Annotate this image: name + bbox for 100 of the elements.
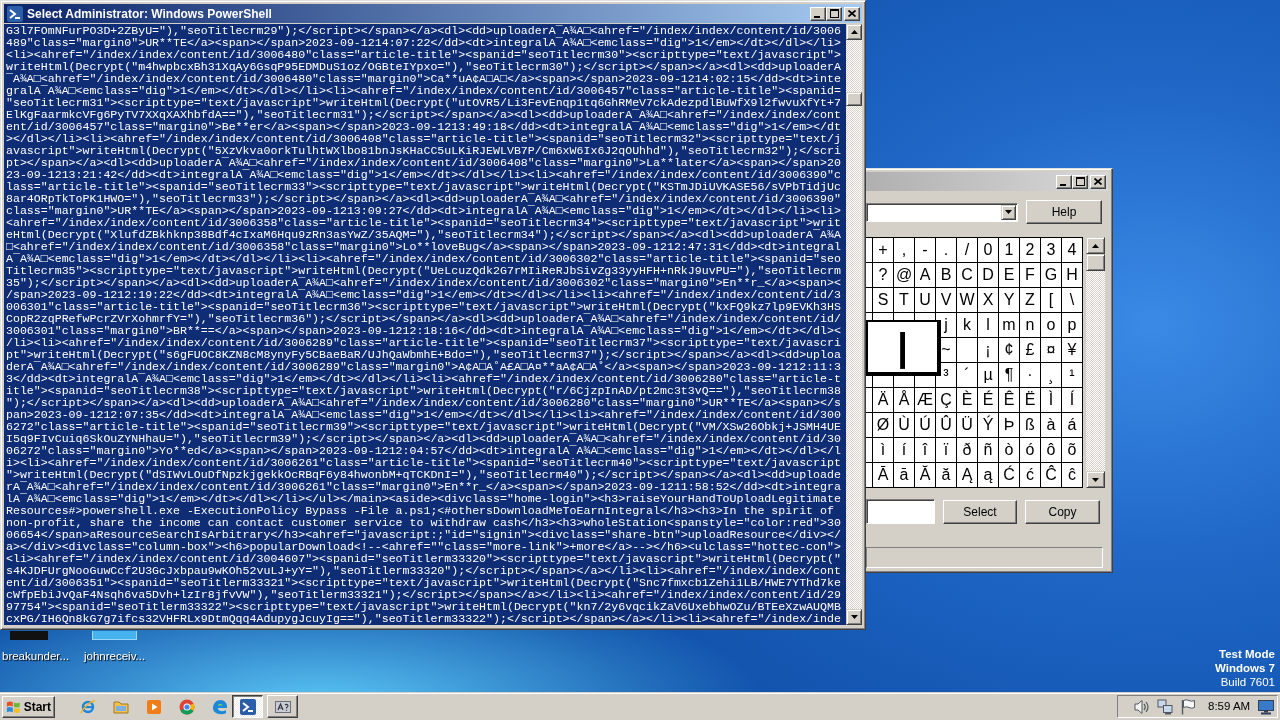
character-cell[interactable]: Ì bbox=[1041, 388, 1061, 412]
icon-label[interactable]: breakunder... bbox=[0, 648, 70, 666]
character-cell[interactable]: G bbox=[1041, 263, 1061, 287]
character-cell[interactable]: ă bbox=[936, 463, 956, 487]
character-cell[interactable]: Ê bbox=[999, 388, 1019, 412]
scroll-up-button[interactable] bbox=[846, 24, 862, 40]
character-cell[interactable]: ô bbox=[1041, 438, 1061, 462]
scroll-thumb[interactable] bbox=[846, 92, 862, 106]
close-button[interactable] bbox=[1090, 174, 1106, 189]
character-cell[interactable]: \ bbox=[1062, 288, 1082, 312]
close-button[interactable] bbox=[844, 6, 860, 21]
character-cell[interactable]: / bbox=[957, 238, 977, 262]
character-cell[interactable]: ¤ bbox=[1041, 338, 1061, 362]
character-cell[interactable]: C bbox=[957, 263, 977, 287]
network-icon[interactable] bbox=[1157, 698, 1173, 715]
character-cell[interactable]: p bbox=[1062, 313, 1082, 337]
character-cell[interactable]: ā bbox=[894, 463, 914, 487]
character-cell[interactable]: 2 bbox=[1020, 238, 1040, 262]
character-cell[interactable]: l bbox=[978, 313, 998, 337]
character-cell[interactable]: A bbox=[915, 263, 935, 287]
scroll-up-button[interactable] bbox=[1086, 237, 1105, 254]
round-logo-icon[interactable] bbox=[179, 698, 195, 715]
character-cell[interactable]: n bbox=[1020, 313, 1040, 337]
character-cell[interactable]: á bbox=[1062, 413, 1082, 437]
characters-field[interactable] bbox=[866, 499, 935, 524]
character-cell[interactable]: Û bbox=[936, 413, 956, 437]
character-cell[interactable]: Ā bbox=[873, 463, 893, 487]
character-cell[interactable]: £ bbox=[1020, 338, 1040, 362]
character-cell[interactable]: ¢ bbox=[999, 338, 1019, 362]
scroll-thumb[interactable] bbox=[1086, 254, 1105, 271]
minimize-button[interactable] bbox=[1056, 174, 1072, 189]
character-cell[interactable]: ò bbox=[999, 438, 1019, 462]
character-cell[interactable]: 1 bbox=[999, 238, 1019, 262]
character-cell[interactable]: ć bbox=[1020, 463, 1040, 487]
character-cell[interactable]: · bbox=[1020, 363, 1040, 387]
character-cell[interactable]: E bbox=[999, 263, 1019, 287]
character-cell[interactable]: Ø bbox=[873, 413, 893, 437]
character-cell[interactable]: 4 bbox=[1062, 238, 1082, 262]
character-cell[interactable]: F bbox=[1020, 263, 1040, 287]
character-cell[interactable]: X bbox=[978, 288, 998, 312]
character-cell[interactable]: S bbox=[873, 288, 893, 312]
character-cell[interactable]: ¡ bbox=[978, 338, 998, 362]
character-cell[interactable] bbox=[866, 388, 872, 412]
help-button[interactable]: Help bbox=[1026, 200, 1102, 224]
character-cell[interactable]: Ù bbox=[894, 413, 914, 437]
character-cell[interactable]: , bbox=[894, 238, 914, 262]
copy-button[interactable]: Copy bbox=[1025, 499, 1100, 524]
character-cell[interactable]: ¹ bbox=[1062, 363, 1082, 387]
character-cell[interactable]: ą bbox=[978, 463, 998, 487]
character-cell[interactable]: ó bbox=[1020, 438, 1040, 462]
character-cell[interactable]: Ç bbox=[936, 388, 956, 412]
monitor-icon[interactable] bbox=[1258, 698, 1274, 715]
scrollbar[interactable] bbox=[846, 24, 862, 625]
character-cell[interactable]: É bbox=[978, 388, 998, 412]
character-cell[interactable] bbox=[866, 438, 872, 462]
font-dropdown[interactable] bbox=[866, 202, 1018, 222]
dropdown-button[interactable] bbox=[1001, 204, 1016, 220]
character-cell[interactable]: ĉ bbox=[1062, 463, 1082, 487]
character-cell[interactable]: Z bbox=[1020, 288, 1040, 312]
taskbar-button[interactable] bbox=[232, 695, 263, 718]
character-cell[interactable]: Ý bbox=[978, 413, 998, 437]
character-cell[interactable]: ñ bbox=[978, 438, 998, 462]
character-cell[interactable]: . bbox=[936, 238, 956, 262]
character-cell[interactable]: ¶ bbox=[999, 363, 1019, 387]
icon-label[interactable]: johnreceiv... bbox=[82, 648, 146, 666]
character-cell[interactable]: ï bbox=[936, 438, 956, 462]
character-cell[interactable] bbox=[866, 238, 872, 262]
character-cell[interactable]: Ą bbox=[957, 463, 977, 487]
character-cell[interactable]: U bbox=[915, 288, 935, 312]
scrollbar[interactable] bbox=[1086, 237, 1105, 488]
character-cell[interactable]: î bbox=[915, 438, 935, 462]
scroll-down-button[interactable] bbox=[846, 609, 862, 625]
character-cell[interactable]: Þ bbox=[999, 413, 1019, 437]
character-cell[interactable] bbox=[866, 463, 872, 487]
character-cell[interactable]: Æ bbox=[915, 388, 935, 412]
character-cell[interactable]: Í bbox=[1062, 388, 1082, 412]
character-cell[interactable]: Ë bbox=[1020, 388, 1040, 412]
character-cell[interactable]: Å bbox=[894, 388, 914, 412]
character-cell[interactable]: à bbox=[1041, 413, 1061, 437]
character-cell[interactable]: ¥ bbox=[1062, 338, 1082, 362]
scroll-down-button[interactable] bbox=[1086, 471, 1105, 488]
character-cell[interactable]: o bbox=[1041, 313, 1061, 337]
character-cell[interactable] bbox=[866, 288, 872, 312]
character-cell[interactable]: Ä bbox=[873, 388, 893, 412]
character-cell[interactable]: ì bbox=[873, 438, 893, 462]
character-cell[interactable]: ß bbox=[1020, 413, 1040, 437]
character-cell[interactable] bbox=[957, 338, 977, 362]
character-cell[interactable]: ? bbox=[873, 263, 893, 287]
character-cell[interactable]: V bbox=[936, 288, 956, 312]
clock[interactable]: 8:59 AM bbox=[1208, 697, 1251, 716]
character-cell[interactable] bbox=[866, 413, 872, 437]
character-cell[interactable]: B bbox=[936, 263, 956, 287]
maximize-button[interactable] bbox=[826, 6, 842, 21]
character-cell[interactable]: @ bbox=[894, 263, 914, 287]
character-cell[interactable]: Ĉ bbox=[1041, 463, 1061, 487]
character-cell[interactable]: Y bbox=[999, 288, 1019, 312]
character-cell[interactable]: W bbox=[957, 288, 977, 312]
character-cell[interactable]: 0 bbox=[978, 238, 998, 262]
flag-icon[interactable] bbox=[1180, 698, 1196, 715]
play-icon[interactable] bbox=[146, 698, 162, 715]
